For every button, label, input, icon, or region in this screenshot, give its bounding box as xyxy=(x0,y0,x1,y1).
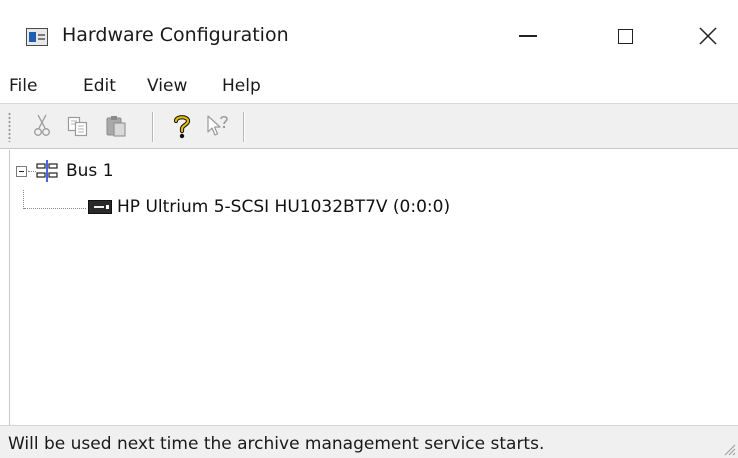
menu-bar: File Edit View Help xyxy=(0,66,738,102)
close-icon xyxy=(699,27,717,45)
copy-icon xyxy=(67,116,88,137)
menu-help[interactable]: Help xyxy=(222,76,261,96)
hardware-configuration-window: Hardware Configuration File Edit View He… xyxy=(0,0,738,458)
menu-edit[interactable]: Edit xyxy=(83,76,116,96)
help-icon xyxy=(173,115,191,139)
device-tree[interactable]: Bus 1 HP Ultrium 5-SCSI HU1032BT7V (0:0:… xyxy=(9,150,738,425)
cut-button[interactable] xyxy=(29,112,55,140)
toolbar-separator xyxy=(152,112,154,142)
title-bar[interactable]: Hardware Configuration xyxy=(0,0,738,62)
help-button[interactable] xyxy=(169,112,195,140)
window-title: Hardware Configuration xyxy=(62,24,289,46)
maximize-button[interactable] xyxy=(597,14,653,58)
maximize-icon xyxy=(617,28,633,44)
toolbar-separator xyxy=(243,112,245,142)
collapse-toggle-icon[interactable] xyxy=(16,165,27,177)
paste-icon xyxy=(106,116,126,137)
resize-grip-icon[interactable] xyxy=(722,442,736,456)
tree-item-bus[interactable]: Bus 1 xyxy=(16,158,114,184)
minimize-button[interactable] xyxy=(500,14,556,58)
close-button[interactable] xyxy=(680,14,736,58)
status-bar: Will be used next time the archive manag… xyxy=(0,425,738,458)
minimize-icon xyxy=(519,35,537,37)
menu-file[interactable]: File xyxy=(9,76,37,96)
paste-button[interactable] xyxy=(103,112,129,140)
tree-item-tape-drive[interactable]: HP Ultrium 5-SCSI HU1032BT7V (0:0:0) xyxy=(20,194,450,220)
menu-view[interactable]: View xyxy=(147,76,187,96)
status-text: Will be used next time the archive manag… xyxy=(8,434,545,454)
tree-item-label: Bus 1 xyxy=(66,161,114,181)
bus-icon xyxy=(36,160,58,182)
context-help-button[interactable] xyxy=(205,112,231,140)
tree-item-label: HP Ultrium 5-SCSI HU1032BT7V (0:0:0) xyxy=(117,197,451,217)
copy-button[interactable] xyxy=(65,112,91,140)
toolbar xyxy=(0,103,738,149)
context-help-icon xyxy=(207,115,228,136)
app-icon xyxy=(26,28,48,46)
toolbar-grip[interactable] xyxy=(8,112,11,142)
cut-icon xyxy=(34,114,50,136)
tape-drive-icon xyxy=(88,200,112,214)
